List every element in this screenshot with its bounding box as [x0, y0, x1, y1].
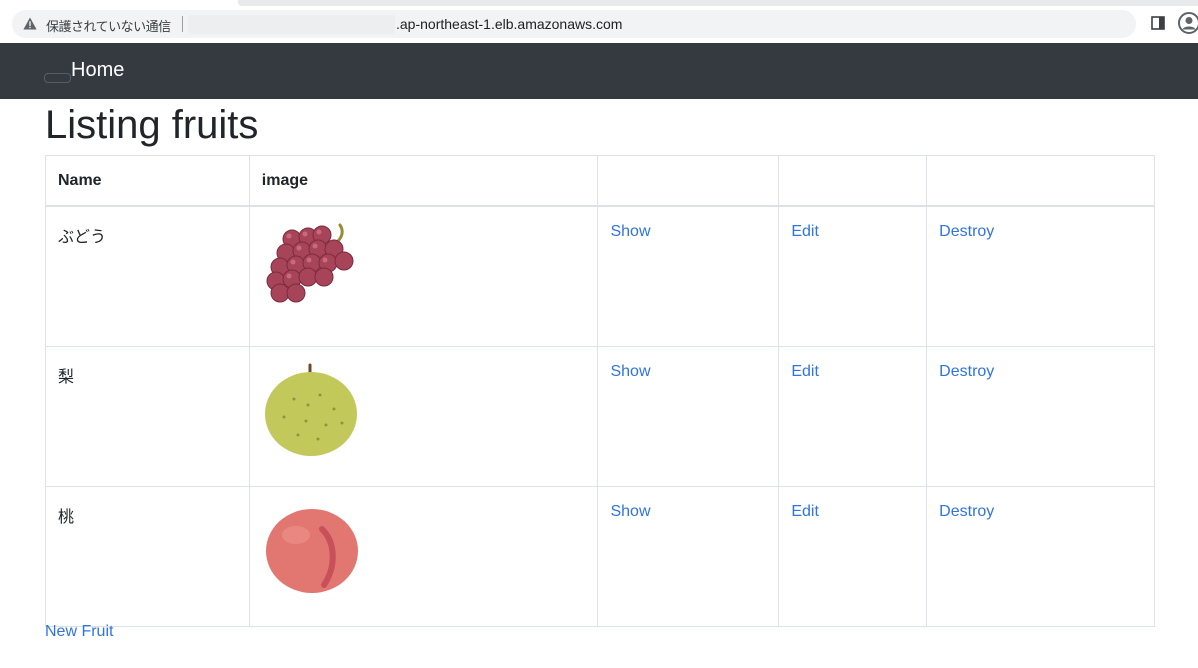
fruit-image-cell [248, 205, 599, 347]
destroy-cell: Destroy [926, 346, 1155, 487]
column-header-edit [778, 155, 928, 207]
destroy-cell: Destroy [926, 205, 1155, 347]
navbar: Home [0, 43, 1198, 99]
show-link[interactable]: Show [610, 363, 650, 380]
fruit-image-cell [248, 346, 599, 487]
show-cell: Show [597, 205, 780, 347]
show-link[interactable]: Show [610, 503, 650, 520]
show-cell: Show [597, 346, 780, 487]
show-link[interactable]: Show [610, 223, 650, 240]
column-header-image: image [248, 155, 599, 207]
edit-cell: Edit [778, 205, 928, 347]
fruits-table: Name image ぶどう Show Edit Destroy 梨 Show … [45, 155, 1155, 627]
profile-icon[interactable] [1178, 12, 1198, 34]
destroy-link[interactable]: Destroy [939, 223, 994, 240]
browser-chrome: 保護されていない通信 .ap-northeast-1.elb.amazonaws… [0, 0, 1198, 43]
show-cell: Show [597, 486, 780, 627]
edit-link[interactable]: Edit [791, 223, 819, 240]
fruit-name: 桃 [45, 486, 250, 627]
destroy-link[interactable]: Destroy [939, 503, 994, 520]
edit-cell: Edit [778, 486, 928, 627]
side-panel-icon[interactable] [1151, 16, 1165, 30]
new-fruit-link[interactable]: New Fruit [45, 623, 113, 641]
table-header-row: Name image [45, 155, 1155, 207]
page-title: Listing fruits [45, 103, 259, 147]
address-separator [182, 16, 183, 32]
address-bar[interactable]: 保護されていない通信 .ap-northeast-1.elb.amazonaws… [12, 10, 1136, 38]
warning-icon[interactable] [23, 17, 37, 30]
fruit-name: 梨 [45, 346, 250, 487]
pear-image [264, 363, 357, 456]
column-header-name: Name [45, 155, 250, 207]
security-status[interactable]: 保護されていない通信 [46, 16, 171, 35]
navbar-toggler[interactable] [44, 73, 71, 83]
edit-link[interactable]: Edit [791, 503, 819, 520]
peach-image [265, 509, 358, 593]
column-header-destroy [926, 155, 1155, 207]
table-row: 梨 Show Edit Destroy [45, 346, 1155, 487]
edit-cell: Edit [778, 346, 928, 487]
table-row: 桃 Show Edit Destroy [45, 486, 1155, 627]
column-header-show [597, 155, 780, 207]
tab-strip [238, 0, 1198, 6]
table-row: ぶどう Show Edit Destroy [45, 205, 1155, 347]
fruit-name: ぶどう [45, 205, 250, 347]
destroy-link[interactable]: Destroy [939, 363, 994, 380]
nav-home-link[interactable]: Home [71, 59, 124, 82]
grape-image [266, 223, 354, 303]
destroy-cell: Destroy [926, 486, 1155, 627]
fruit-image-cell [248, 486, 599, 627]
url-text[interactable]: .ap-northeast-1.elb.amazonaws.com [396, 16, 622, 32]
url-redacted [188, 15, 395, 34]
edit-link[interactable]: Edit [791, 363, 819, 380]
